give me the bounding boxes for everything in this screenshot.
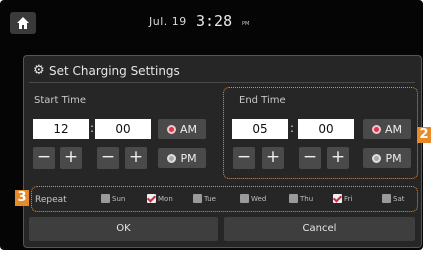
- end-minute-increment-button[interactable]: +: [327, 147, 349, 169]
- start-minute-decrement-button[interactable]: −: [97, 147, 119, 169]
- end-time-callout: 2: [417, 127, 431, 143]
- repeat-day-sat[interactable]: Sat: [382, 194, 404, 203]
- repeat-day-thu[interactable]: Thu: [289, 194, 313, 203]
- home-icon: [17, 17, 29, 29]
- start-am-radio-icon: [166, 124, 176, 134]
- end-am-label: AM: [384, 122, 402, 136]
- end-minute-field[interactable]: 00: [298, 119, 354, 139]
- day-label: Sat: [393, 194, 405, 203]
- end-hour-field[interactable]: 05: [232, 119, 288, 139]
- checkbox-checked-icon: [333, 194, 342, 203]
- end-hour-increment-button[interactable]: +: [262, 147, 284, 169]
- ok-button[interactable]: OK: [29, 217, 218, 241]
- screen: Jul. 19 3:28 PM ⚙ Set Charging Settings …: [0, 0, 433, 261]
- day-label: Mon: [158, 194, 173, 203]
- repeat-callout: 3: [15, 190, 29, 206]
- end-pm-option[interactable]: PM: [363, 148, 411, 168]
- day-label: Thu: [300, 194, 314, 203]
- home-button[interactable]: [10, 12, 36, 34]
- repeat-highlight: [31, 186, 418, 212]
- checkbox-icon: [193, 194, 202, 203]
- start-hour-increment-button[interactable]: +: [60, 147, 82, 169]
- repeat-day-fri[interactable]: Fri: [333, 194, 352, 203]
- start-hour-field[interactable]: 12: [33, 119, 89, 139]
- end-am-radio-icon: [371, 124, 381, 134]
- start-am-label: AM: [179, 122, 197, 136]
- repeat-day-wed[interactable]: Wed: [240, 194, 266, 203]
- panel-title: ⚙ Set Charging Settings: [33, 64, 180, 78]
- panel-title-text: Set Charging Settings: [49, 64, 180, 78]
- end-hour-decrement-button[interactable]: −: [233, 147, 255, 169]
- start-am-option[interactable]: AM: [158, 119, 206, 139]
- repeat-label: Repeat: [35, 195, 67, 205]
- day-label: Tue: [204, 194, 216, 203]
- day-label: Fri: [344, 194, 353, 203]
- end-pm-label: PM: [385, 151, 402, 165]
- checkbox-icon: [101, 194, 110, 203]
- start-hour-decrement-button[interactable]: −: [33, 147, 55, 169]
- end-pm-radio-icon: [372, 153, 382, 163]
- status-clock: 3:28: [196, 12, 233, 30]
- start-minute-field[interactable]: 00: [95, 119, 151, 139]
- day-label: Wed: [251, 194, 267, 203]
- checkbox-icon: [382, 194, 391, 203]
- end-minute-decrement-button[interactable]: −: [299, 147, 321, 169]
- status-ampm: PM: [242, 21, 250, 27]
- gear-icon: ⚙: [33, 63, 45, 78]
- start-pm-label: PM: [180, 151, 197, 165]
- checkbox-icon: [289, 194, 298, 203]
- repeat-day-tue[interactable]: Tue: [193, 194, 216, 203]
- day-label: Sun: [112, 194, 126, 203]
- start-pm-radio-icon: [167, 153, 177, 163]
- start-minute-increment-button[interactable]: +: [125, 147, 147, 169]
- checkbox-checked-icon: [147, 194, 156, 203]
- title-divider: [29, 82, 415, 83]
- repeat-day-sun[interactable]: Sun: [101, 194, 125, 203]
- cancel-button[interactable]: Cancel: [224, 217, 415, 241]
- start-time-label: Start Time: [34, 95, 87, 106]
- end-time-label: End Time: [239, 95, 286, 106]
- status-date: Jul. 19: [149, 15, 187, 28]
- end-colon: :: [290, 121, 295, 135]
- end-am-option[interactable]: AM: [363, 119, 411, 139]
- repeat-day-mon[interactable]: Mon: [147, 194, 173, 203]
- checkbox-icon: [240, 194, 249, 203]
- start-pm-option[interactable]: PM: [158, 148, 206, 168]
- start-colon: :: [90, 121, 95, 135]
